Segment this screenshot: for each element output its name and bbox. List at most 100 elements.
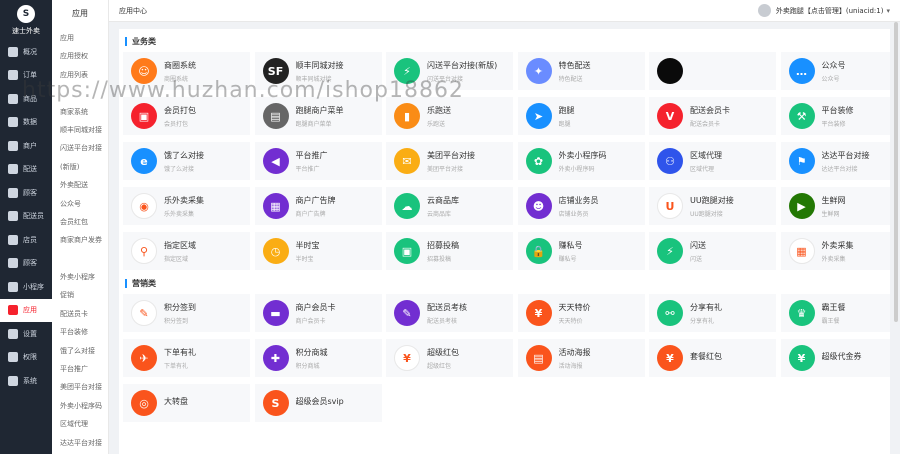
nav-item[interactable]: 数据 bbox=[0, 111, 52, 135]
app-card[interactable]: ▶ 生鲜网 生鲜网 bbox=[780, 187, 890, 225]
card-title: 套餐红包 bbox=[690, 352, 722, 361]
app-card[interactable] bbox=[649, 52, 776, 90]
card-title: 乐外卖采集 bbox=[164, 195, 204, 205]
sub-nav-item[interactable]: 配送员卡 bbox=[52, 305, 108, 323]
app-card[interactable]: ✉ 美团平台对接 美团平台对接 bbox=[386, 142, 513, 180]
app-card[interactable]: ✈ 下单有礼 下单有礼 bbox=[123, 339, 250, 377]
sub-nav-item[interactable]: 平台推广 bbox=[52, 360, 108, 378]
nav-icon bbox=[8, 46, 18, 57]
sub-nav-item[interactable]: 区域代理 bbox=[52, 415, 108, 433]
nav-item[interactable]: 店员 bbox=[0, 228, 52, 252]
card-desc: 店铺业务员 bbox=[558, 210, 589, 218]
sub-nav-item[interactable]: 商家商户发券 bbox=[52, 231, 108, 249]
app-logo[interactable]: S 速士外卖 bbox=[0, 0, 52, 40]
app-card[interactable]: ➤ 跑腿 跑腿 bbox=[517, 97, 645, 135]
app-card[interactable]: S 超级会员svip bbox=[254, 384, 382, 422]
nav-item-label: 数据 bbox=[23, 118, 37, 127]
app-card[interactable]: ⚡ 闪送 闪送 bbox=[649, 232, 776, 270]
nav-item[interactable]: 权限 bbox=[0, 346, 52, 370]
app-card[interactable]: e 饿了么对接 饿了么对接 bbox=[123, 142, 250, 180]
user-menu[interactable]: 外卖跑腿【点击管理】(uniacid:1) ▾ bbox=[757, 4, 890, 17]
sub-nav-item[interactable]: (新版) bbox=[52, 158, 108, 176]
card-desc: 乐外卖采集 bbox=[164, 210, 195, 218]
sub-nav-item[interactable]: 平台装修 bbox=[52, 323, 108, 341]
nav-item[interactable]: 商户 bbox=[0, 134, 52, 158]
app-card[interactable]: ◉ 乐外卖采集 乐外卖采集 bbox=[123, 187, 250, 225]
card-desc: 赚私号 bbox=[558, 255, 577, 263]
sub-nav-item[interactable]: 应用授权 bbox=[52, 47, 108, 65]
nav-item[interactable]: 应用 bbox=[0, 298, 52, 322]
app-card[interactable]: ▤ 活动海报 活动海报 bbox=[517, 339, 645, 377]
app-card[interactable]: ✚ 积分商城 积分商城 bbox=[254, 339, 382, 377]
card-text: 店铺业务员 店铺业务员 bbox=[559, 195, 599, 218]
app-card[interactable]: ♛ 霸王餐 霸王餐 bbox=[780, 294, 890, 332]
nav-item[interactable]: 设置 bbox=[0, 322, 52, 346]
app-card[interactable]: ▦ 商户广告牌 商户广告牌 bbox=[254, 187, 382, 225]
app-card[interactable]: ⚇ 区域代理 区域代理 bbox=[649, 142, 776, 180]
app-card[interactable]: ✎ 积分签到 积分签到 bbox=[123, 294, 250, 332]
nav-item[interactable]: 概况 bbox=[0, 40, 52, 64]
card-text: 生鲜网 生鲜网 bbox=[822, 195, 846, 218]
app-card[interactable]: ▬ 商户会员卡 商户会员卡 bbox=[254, 294, 382, 332]
app-card[interactable]: ¥ 天天特价 天天特价 bbox=[517, 294, 645, 332]
sub-nav-item[interactable]: 美团平台对接 bbox=[52, 378, 108, 396]
crown-icon: ♛ bbox=[788, 300, 815, 326]
app-card[interactable]: ✎ 配送员考核 配送员考核 bbox=[386, 294, 513, 332]
app-card[interactable]: ▣ 招募投稿 招募投稿 bbox=[386, 232, 513, 270]
card-desc: 配送员考核 bbox=[427, 317, 458, 325]
card-desc: 活动海报 bbox=[558, 362, 583, 370]
card-text: 积分商城 积分商城 bbox=[296, 347, 328, 370]
app-card[interactable]: V 配送会员卡 配送会员卡 bbox=[649, 97, 776, 135]
nav-item[interactable]: 系统 bbox=[0, 369, 52, 393]
vip-card-icon: V bbox=[657, 103, 683, 129]
app-card[interactable]: ¥ 超级代金券 bbox=[780, 339, 890, 377]
app-card[interactable]: ◀ 平台推广 平台推广 bbox=[254, 142, 382, 180]
sub-nav-item[interactable]: 闪送平台对接 bbox=[52, 139, 108, 157]
nav-item[interactable]: 配送员 bbox=[0, 205, 52, 229]
nav-item[interactable]: 顾客 bbox=[0, 181, 52, 205]
sub-nav-item[interactable]: 外卖配送 bbox=[52, 176, 108, 194]
app-card[interactable]: ☁ 云商品库 云商品库 bbox=[386, 187, 513, 225]
card-title: 活动海报 bbox=[558, 347, 591, 357]
app-card[interactable]: ⚲ 指定区域 指定区域 bbox=[123, 232, 250, 270]
sub-nav-item[interactable]: 应用 bbox=[52, 29, 108, 47]
sub-nav-item[interactable]: 外卖小程序码 bbox=[52, 397, 108, 415]
card-text: UU跑腿对接 UU跑腿对接 bbox=[690, 195, 734, 218]
app-card[interactable]: ◷ 半时宝 半时宝 bbox=[254, 232, 382, 270]
user-name[interactable]: 外卖跑腿【点击管理】(uniacid:1) bbox=[776, 6, 884, 16]
nav-item[interactable]: 顾客 bbox=[0, 252, 52, 276]
sub-nav-item[interactable]: 顺丰同城对接 bbox=[52, 121, 108, 139]
card-desc: 平台推广 bbox=[295, 165, 320, 173]
app-card[interactable]: ¥ 套餐红包 bbox=[649, 339, 776, 377]
sub-nav-item[interactable]: 商家系统 bbox=[52, 103, 108, 121]
app-card[interactable]: ¥ 超级红包 超级红包 bbox=[386, 339, 513, 377]
sub-nav-item[interactable]: 外卖小程序 bbox=[52, 268, 108, 286]
app-card[interactable]: 🔒 赚私号 赚私号 bbox=[517, 232, 645, 270]
app-card[interactable]: ▦ 外卖采集 外卖采集 bbox=[780, 232, 890, 270]
app-card[interactable]: ☻ 店铺业务员 店铺业务员 bbox=[517, 187, 645, 225]
app-card[interactable]: ✦ 特色配送 特色配送 bbox=[517, 52, 645, 90]
app-card[interactable]: ⚯ 分享有礼 分享有礼 bbox=[649, 294, 776, 332]
app-card[interactable]: ⚑ 达达平台对接 达达平台对接 bbox=[780, 142, 890, 180]
sub-nav-item[interactable]: 达达平台对接 bbox=[52, 434, 108, 452]
nav-item[interactable]: 小程序 bbox=[0, 275, 52, 299]
app-card[interactable]: ⚒ 平台装修 平台装修 bbox=[780, 97, 890, 135]
sub-nav-item[interactable]: 会员红包 bbox=[52, 213, 108, 231]
card-title: 会员打包 bbox=[164, 105, 196, 115]
app-card[interactable]: ✿ 外卖小程序码 外卖小程序码 bbox=[517, 142, 645, 180]
app-card[interactable]: U UU跑腿对接 UU跑腿对接 bbox=[649, 187, 776, 225]
sub-nav: 应用 应用 应用授权 应用列表 商家系统 顺丰同城对接 闪送平台对接 (新版) 外卖配送 公众号… bbox=[52, 0, 109, 454]
sub-nav-item[interactable]: 促销 bbox=[52, 286, 108, 304]
app-card[interactable]: ◎ 大转盘 bbox=[123, 384, 250, 422]
card-title: 超级红包 bbox=[427, 347, 459, 357]
card-desc: 乐跑送 bbox=[427, 120, 446, 128]
card-title: 配送员考核 bbox=[427, 302, 467, 312]
sub-nav-item[interactable] bbox=[52, 250, 108, 268]
sub-nav-item[interactable]: 公众号 bbox=[52, 195, 108, 213]
page-scrollbar[interactable] bbox=[894, 22, 898, 322]
app-card[interactable]: … 公众号 公众号 bbox=[780, 52, 890, 90]
nav-item[interactable]: 配送 bbox=[0, 158, 52, 182]
sub-nav-item[interactable]: 饿了么对接 bbox=[52, 342, 108, 360]
combo-packet-icon: ¥ bbox=[657, 345, 683, 371]
chevron-down-icon[interactable]: ▾ bbox=[886, 7, 890, 15]
